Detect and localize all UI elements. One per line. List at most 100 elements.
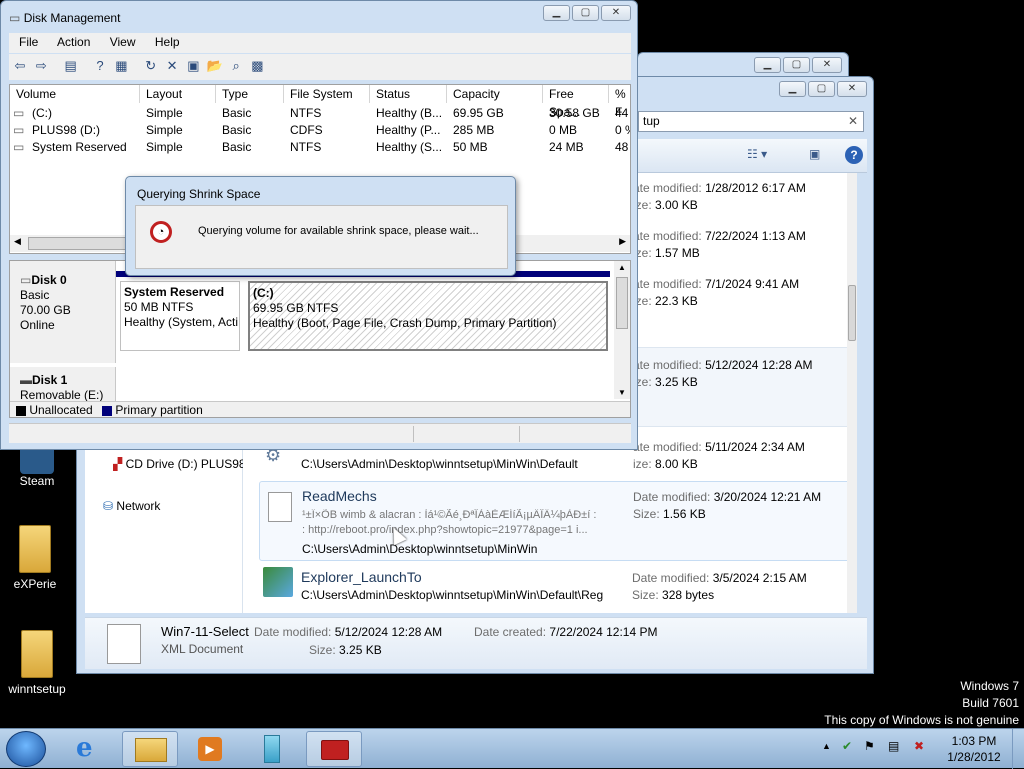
list-item[interactable]: ate modified: 7/22/2024 1:13 AM ize: 1.5… (633, 229, 806, 260)
maximize-button[interactable]: ▢ (783, 57, 810, 73)
app-taskbar-button[interactable] (244, 731, 300, 767)
disk-name: Disk 0 (31, 273, 67, 287)
scroll-left-icon[interactable]: ◀ (14, 236, 21, 247)
show-desktop-button[interactable] (1012, 729, 1024, 769)
list-item-hover[interactable]: ReadMechs ¹±Ï×ÕB wimb & alacran : Ìá¹©Ãé… (259, 481, 851, 561)
col-volume[interactable]: Volume (10, 85, 140, 103)
clear-search-icon[interactable]: ✕ (848, 114, 858, 128)
partition-c[interactable]: (C:) 69.95 GB NTFS Healthy (Boot, Page F… (244, 271, 610, 359)
col-free-space[interactable]: Free Spa... (543, 85, 609, 119)
col-type[interactable]: Type (216, 85, 284, 103)
primary-swatch (102, 405, 113, 416)
partition-size: 69.95 GB NTFS (253, 301, 339, 315)
open-icon[interactable]: 📂 (206, 57, 224, 75)
scrollbar-thumb[interactable] (848, 285, 856, 341)
content-scrollbar[interactable] (847, 173, 857, 613)
scroll-right-icon[interactable]: ▶ (619, 236, 626, 247)
close-button[interactable]: ✕ (812, 57, 842, 73)
col-layout[interactable]: Layout (140, 85, 216, 103)
file-size: 1.57 MB (655, 246, 700, 260)
search-value: tup (643, 114, 660, 128)
help-icon[interactable]: ? (845, 146, 863, 164)
explorer-taskbar-button[interactable] (122, 731, 178, 767)
preview-pane-icon[interactable]: ▣ (809, 147, 820, 161)
media-player-icon: ▶ (198, 737, 222, 761)
close-button[interactable]: ✕ (837, 81, 867, 97)
search-icon[interactable]: ⌕ (227, 57, 245, 75)
menu-help[interactable]: Help (155, 35, 180, 49)
file-date: 7/22/2024 1:13 AM (705, 229, 806, 243)
disk-state: Online (20, 318, 55, 332)
details-date-created: 7/22/2024 12:14 PM (549, 625, 658, 639)
internet-explorer-taskbar-button[interactable]: e (62, 731, 118, 767)
desktop-icon-experience[interactable]: eXPerie (0, 525, 70, 591)
minimize-button[interactable]: ▁ (779, 81, 806, 97)
nav-item-network[interactable]: ⛁ Network (103, 499, 160, 513)
disk-management-taskbar-button[interactable] (306, 731, 362, 767)
scroll-up-icon[interactable]: ▲ (618, 263, 626, 272)
details-type: XML Document (161, 642, 244, 656)
table-row[interactable]: ▭ (C:) Simple Basic NTFS Healthy (B... 6… (10, 105, 630, 122)
list-item[interactable]: ate modified: 7/1/2024 9:41 AM ize: 22.3… (633, 277, 799, 308)
help-icon[interactable]: ? (91, 57, 109, 75)
file-size: 3.25 KB (655, 375, 698, 389)
maximize-button[interactable]: ▢ (572, 5, 599, 21)
cell: 69.95 GB (453, 106, 504, 120)
partition-system-reserved[interactable]: System Reserved 50 MB NTFS Healthy (Syst… (116, 271, 244, 359)
removable-disk-icon: ▬ (20, 373, 32, 387)
date-label: ate modified: (633, 440, 702, 454)
volume-muted-icon[interactable]: ✖ (914, 739, 924, 753)
col-status[interactable]: Status (370, 85, 447, 103)
close-button[interactable]: ✕ (601, 5, 631, 21)
window-controls: ▁ ▢ ✕ (543, 5, 631, 21)
delete-icon[interactable]: ✕ (163, 57, 181, 75)
refresh-icon[interactable]: ↻ (142, 57, 160, 75)
minimize-button[interactable]: ▁ (754, 57, 781, 73)
size-label: Size: (632, 588, 659, 602)
back-icon[interactable]: ⇦ (11, 57, 29, 75)
list-item[interactable]: ate modified: 1/28/2012 6:17 AM ize: 3.0… (633, 181, 806, 212)
taskbar: e ▶ ▲ ✔ ⚑ ▤ ✖ 1:03 PM 1/28/2012 (0, 728, 1024, 769)
partition-name: (C:) (253, 286, 274, 300)
details-name: Win7-11-Select (161, 624, 249, 639)
col-percent-free[interactable]: % F (609, 85, 630, 119)
date-label: ate modified: (633, 277, 702, 291)
table-row[interactable]: ▭ PLUS98 (D:) Simple Basic CDFS Healthy … (10, 122, 630, 139)
clock[interactable]: 1:03 PM 1/28/2012 (944, 733, 1004, 765)
properties-page-icon[interactable]: ▣ (184, 57, 202, 75)
disk-size: 70.00 GB (20, 303, 71, 317)
scroll-down-icon[interactable]: ▼ (618, 388, 626, 397)
disk-0-label[interactable]: ▭Disk 0 Basic 70.00 GB Online (10, 261, 116, 363)
nav-item-cd-drive[interactable]: ▞ CD Drive (D:) PLUS98 (113, 457, 243, 471)
minimize-button[interactable]: ▁ (543, 5, 570, 21)
scrollbar-thumb[interactable] (28, 237, 128, 250)
list-item[interactable]: Explorer_LaunchTo C:\Users\Admin\Desktop… (259, 565, 851, 609)
scrollbar-thumb[interactable] (616, 277, 628, 329)
shrink-query-dialog[interactable]: Querying Shrink Space ◔ Querying volume … (125, 176, 516, 276)
menu-action[interactable]: Action (57, 35, 90, 49)
drive-icon: ▭ (13, 140, 25, 154)
properties-icon[interactable]: ▦ (112, 57, 130, 75)
disk-map-scrollbar[interactable]: ▲ ▼ (614, 261, 630, 399)
col-capacity[interactable]: Capacity (447, 85, 543, 103)
desktop-icon-winntsetup[interactable]: winntsetup (2, 630, 72, 696)
view-options-icon[interactable]: ☷ ▾ (747, 147, 767, 161)
date-label: Date modified: (632, 571, 710, 585)
search-input[interactable]: tup ✕ (638, 111, 864, 132)
watermark-line: This copy of Windows is not genuine (824, 713, 1019, 727)
menu-view[interactable]: View (110, 35, 136, 49)
network-tray-icon[interactable]: ▤ (888, 739, 899, 753)
col-file-system[interactable]: File System (284, 85, 370, 103)
media-player-taskbar-button[interactable]: ▶ (182, 731, 238, 767)
start-button[interactable] (6, 731, 46, 767)
grid-icon[interactable]: ▩ (248, 57, 266, 75)
table-row[interactable]: ▭ System Reserved Simple Basic NTFS Heal… (10, 139, 630, 156)
show-hidden-icons-icon[interactable]: ▲ (822, 741, 831, 751)
file-snippet: ¹±Ï×ÕB wimb & alacran : Ìá¹©Ãé¸ÐªÎÀàÈÆÍí… (302, 509, 597, 521)
maximize-button[interactable]: ▢ (808, 81, 835, 97)
security-icon[interactable]: ✔ (842, 739, 852, 753)
menu-file[interactable]: File (19, 35, 38, 49)
action-center-flag-icon[interactable]: ⚑ (864, 739, 875, 753)
console-tree-icon[interactable]: ▤ (62, 57, 80, 75)
forward-icon[interactable]: ⇨ (32, 57, 50, 75)
